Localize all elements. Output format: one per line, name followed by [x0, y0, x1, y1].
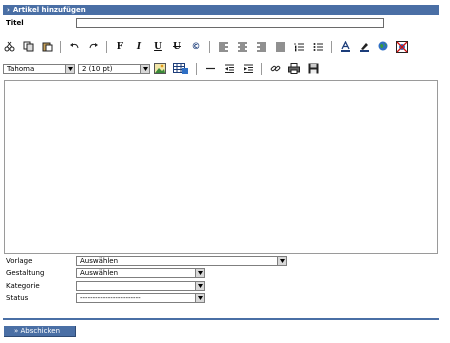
chevron-down-icon [195, 269, 204, 277]
font-select-value: Tahoma [7, 64, 35, 73]
chevron-down-icon [277, 257, 286, 265]
vorlage-label: Vorlage [6, 257, 33, 265]
strikethrough-icon[interactable]: U [171, 41, 183, 53]
status-label: Status [6, 294, 29, 302]
ordered-list-icon[interactable] [293, 41, 305, 53]
chevron-down-icon [195, 282, 204, 290]
kategorie-select[interactable] [76, 281, 205, 291]
toolbar-separator [209, 40, 210, 53]
table-icon[interactable] [173, 62, 189, 75]
gestaltung-select-value: Auswählen [80, 269, 119, 277]
toolbar-separator [60, 40, 61, 53]
status-select[interactable]: ------------------------ [76, 293, 205, 303]
chevron-down-icon [195, 294, 204, 302]
chevron-down-icon [65, 64, 74, 73]
image-icon[interactable] [154, 63, 166, 75]
align-right-icon[interactable] [255, 41, 267, 53]
align-left-icon[interactable] [217, 41, 229, 53]
editor-toolbar-row-2: Tahoma 2 (10 pt) [3, 61, 326, 76]
horizontal-rule-icon[interactable] [204, 63, 216, 75]
unordered-list-icon[interactable] [312, 41, 324, 53]
globe-icon[interactable] [377, 41, 389, 53]
align-center-icon[interactable] [236, 41, 248, 53]
submit-button[interactable]: » Abschicken [4, 326, 76, 337]
underline-icon[interactable]: U [152, 41, 164, 53]
indent-icon[interactable] [242, 63, 254, 75]
copyright-icon[interactable]: © [190, 41, 202, 53]
justify-icon[interactable] [274, 41, 286, 53]
cut-icon[interactable] [3, 41, 15, 53]
chevron-down-icon [140, 64, 149, 73]
save-icon[interactable] [307, 63, 319, 75]
size-select-value: 2 (10 pt) [82, 64, 113, 73]
rich-text-editor-area[interactable] [4, 80, 438, 254]
paste-icon[interactable] [41, 41, 53, 53]
toolbar-separator [196, 62, 197, 75]
remove-format-icon[interactable] [396, 40, 408, 53]
title-label: Titel [6, 19, 24, 27]
editor-toolbar-row-1: F I U U © [3, 39, 415, 54]
section-header: › Artikel hinzufügen [3, 5, 439, 15]
toolbar-separator [261, 62, 262, 75]
title-input[interactable] [76, 18, 384, 28]
section-title: Artikel hinzufügen [12, 6, 86, 14]
text-color-icon[interactable] [339, 41, 351, 53]
undo-icon[interactable] [68, 41, 80, 53]
print-icon[interactable] [288, 63, 300, 75]
highlight-icon[interactable] [358, 41, 370, 53]
outdent-icon[interactable] [223, 63, 235, 75]
font-select[interactable]: Tahoma [3, 63, 75, 74]
copy-icon[interactable] [22, 41, 34, 53]
bold-icon[interactable]: F [114, 41, 126, 53]
vorlage-select[interactable]: Auswählen [76, 256, 287, 266]
toolbar-separator [106, 40, 107, 53]
italic-icon[interactable]: I [133, 41, 145, 53]
chevron-right-icon: › [7, 6, 10, 14]
redo-icon[interactable] [87, 41, 99, 53]
footer-divider [3, 318, 439, 320]
toolbar-separator [331, 40, 332, 53]
size-select[interactable]: 2 (10 pt) [78, 63, 150, 74]
gestaltung-label: Gestaltung [6, 269, 45, 277]
gestaltung-select[interactable]: Auswählen [76, 268, 205, 278]
vorlage-select-value: Auswählen [80, 257, 119, 265]
kategorie-label: Kategorie [6, 282, 40, 290]
link-icon[interactable] [269, 63, 281, 75]
status-select-value: ------------------------ [80, 294, 141, 302]
